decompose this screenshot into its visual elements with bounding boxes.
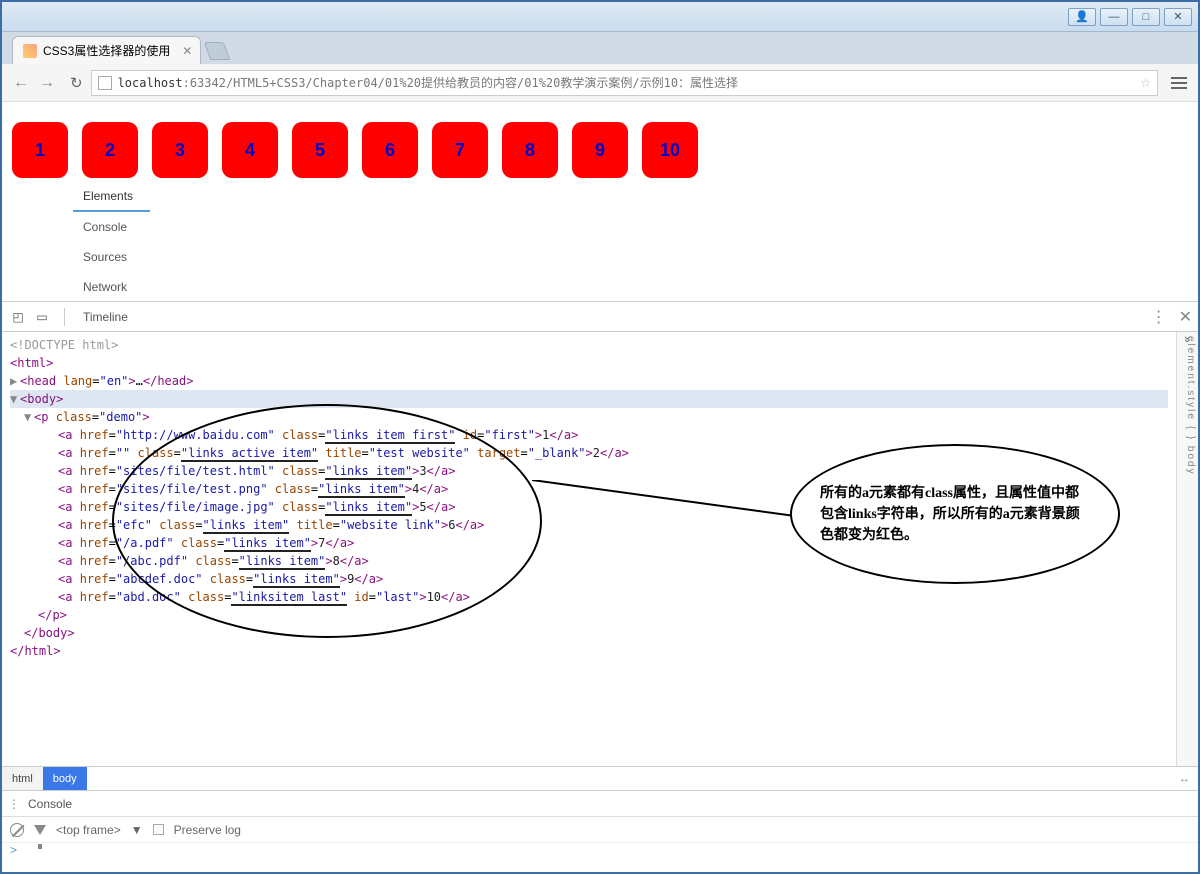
demo-link-9[interactable]: 9	[572, 122, 628, 178]
url-path: :63342/HTML5+CSS3/Chapter04/01%20提供给教员的内…	[183, 74, 738, 91]
sidebar-expand-icon[interactable]: »	[1181, 336, 1195, 345]
demo-link-6[interactable]: 6	[362, 122, 418, 178]
demo-link-10[interactable]: 10	[642, 122, 698, 178]
source-line[interactable]: ▼<body>	[10, 390, 1168, 408]
source-line[interactable]: </html>	[10, 642, 1168, 660]
browser-tab[interactable]: CSS3属性选择器的使用 ✕	[12, 36, 201, 64]
demo-link-7[interactable]: 7	[432, 122, 488, 178]
frame-dropdown-icon[interactable]: ▼	[131, 823, 143, 837]
console-toolbar: <top frame> ▼ Preserve log	[2, 816, 1198, 842]
browser-toolbar: ← → ↻ localhost :63342/HTML5+CSS3/Chapte…	[2, 64, 1198, 102]
window-maximize-button[interactable]: □	[1132, 8, 1160, 26]
devtools-tab-sources[interactable]: Sources	[73, 242, 150, 272]
devtools-breadcrumb: html body ↔	[2, 766, 1198, 790]
devtools-close-icon[interactable]: ✕	[1179, 307, 1192, 327]
separator	[64, 308, 65, 326]
demo-link-4[interactable]: 4	[222, 122, 278, 178]
demo-link-3[interactable]: 3	[152, 122, 208, 178]
breadcrumb-html[interactable]: html	[2, 767, 43, 790]
tab-close-icon[interactable]: ✕	[182, 44, 192, 58]
browser-tab-bar: CSS3属性选择器的使用 ✕	[2, 32, 1198, 64]
bookmark-star-icon[interactable]: ☆	[1140, 76, 1151, 90]
breadcrumb-body[interactable]: body	[43, 767, 87, 790]
console-drawer-label[interactable]: Console	[28, 797, 72, 811]
devtools-tabbar: ◰ ▭ ElementsConsoleSourcesNetworkTimelin…	[2, 302, 1198, 332]
sidebar-text: element.style { } body	[1185, 336, 1196, 476]
annotation-callout: 所有的a元素都有class属性，且属性值中都包含links字符串，所以所有的a元…	[790, 444, 1120, 584]
source-line[interactable]: <a href="abd.doc" class="linksitem last"…	[10, 588, 1168, 606]
source-line[interactable]: ▼<p class="demo">	[10, 408, 1168, 426]
demo-paragraph: 12345678910	[12, 122, 1188, 178]
source-line[interactable]: <html>	[10, 354, 1168, 372]
preserve-log-checkbox[interactable]	[153, 824, 164, 835]
console-prompt[interactable]: >	[2, 842, 1198, 862]
demo-link-2[interactable]: 2	[82, 122, 138, 178]
demo-link-8[interactable]: 8	[502, 122, 558, 178]
devtools-body: <!DOCTYPE html><html>▶<head lang="en">…<…	[2, 332, 1198, 766]
devtools-more-icon[interactable]: ⋮	[1151, 307, 1167, 327]
source-line[interactable]: </body>	[10, 624, 1168, 642]
demo-link-5[interactable]: 5	[292, 122, 348, 178]
window-close-button[interactable]: ✕	[1164, 8, 1192, 26]
clear-console-icon[interactable]	[10, 823, 24, 837]
source-line[interactable]: <a href="http://www.baidu.com" class="li…	[10, 426, 1168, 444]
back-button[interactable]: ←	[10, 72, 32, 94]
window-titlebar: 👤 — □ ✕	[2, 2, 1198, 32]
page-viewport: 12345678910	[2, 102, 1198, 302]
menu-hamburger-icon[interactable]	[1168, 77, 1190, 89]
tab-favicon	[23, 44, 37, 58]
window-user-button[interactable]: 👤	[1068, 8, 1096, 26]
annotation-text: 所有的a元素都有class属性，且属性值中都包含links字符串，所以所有的a元…	[820, 483, 1090, 546]
window-minimize-button[interactable]: —	[1100, 8, 1128, 26]
source-line[interactable]: <!DOCTYPE html>	[10, 336, 1168, 354]
device-toggle-icon[interactable]: ▭	[32, 307, 52, 327]
elements-source-tree[interactable]: <!DOCTYPE html><html>▶<head lang="en">…<…	[2, 332, 1176, 766]
devtools-panel: ◰ ▭ ElementsConsoleSourcesNetworkTimelin…	[2, 302, 1198, 862]
url-bar[interactable]: localhost :63342/HTML5+CSS3/Chapter04/01…	[91, 70, 1158, 96]
filter-icon[interactable]	[34, 825, 46, 835]
breadcrumb-overflow-icon[interactable]: ↔	[1179, 773, 1198, 785]
preserve-log-label: Preserve log	[174, 823, 241, 837]
console-drawer-header: ⋮ Console	[2, 790, 1198, 816]
reload-button[interactable]: ↻	[70, 74, 83, 92]
source-line[interactable]: </p>	[10, 606, 1168, 624]
forward-button[interactable]: →	[36, 72, 58, 94]
demo-link-1[interactable]: 1	[12, 122, 68, 178]
devtools-tab-network[interactable]: Network	[73, 272, 150, 302]
new-tab-button[interactable]	[204, 42, 231, 60]
source-line[interactable]: ▶<head lang="en">…</head>	[10, 372, 1168, 390]
devtools-tab-timeline[interactable]: Timeline	[73, 302, 150, 332]
frame-selector[interactable]: <top frame>	[56, 823, 121, 837]
url-host: localhost	[118, 76, 183, 90]
inspect-icon[interactable]: ◰	[8, 307, 28, 327]
devtools-tab-elements[interactable]: Elements	[73, 182, 150, 212]
tab-title: CSS3属性选择器的使用	[43, 42, 170, 59]
console-drawer-more-icon[interactable]: ⋮	[8, 797, 20, 811]
page-icon	[98, 76, 112, 90]
devtools-styles-sidebar[interactable]: » element.style { } body	[1176, 332, 1198, 766]
devtools-tab-console[interactable]: Console	[73, 212, 150, 242]
